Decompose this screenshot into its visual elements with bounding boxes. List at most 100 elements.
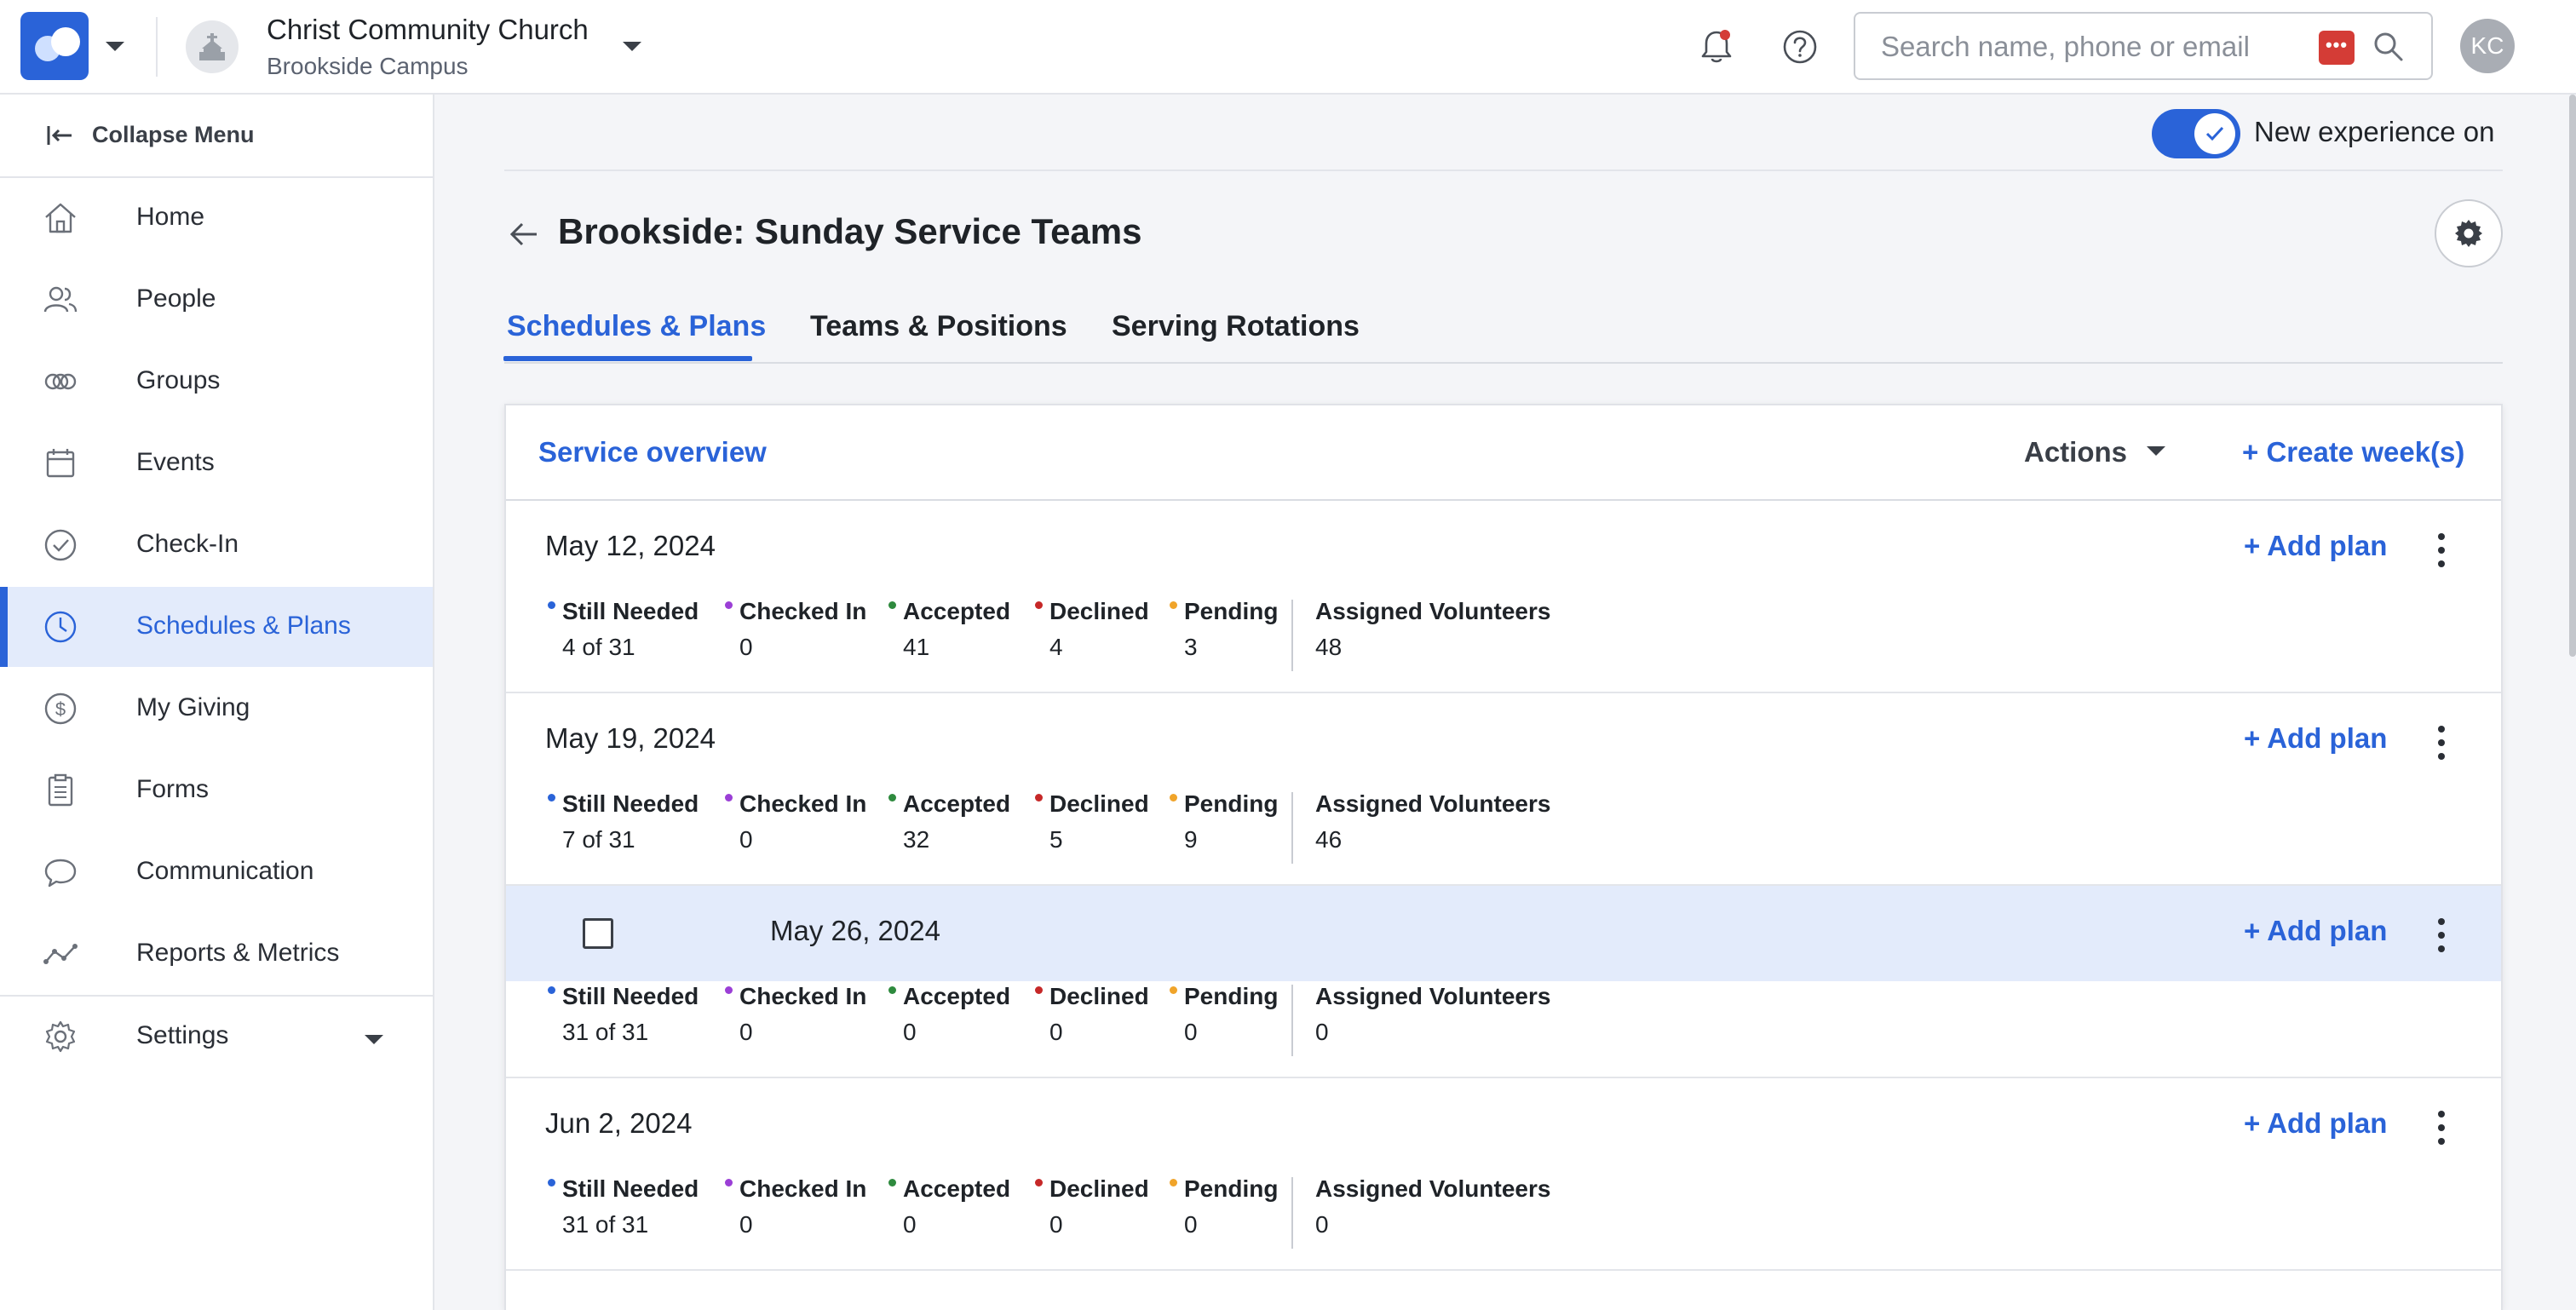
stat-label: Assigned Volunteers [1315,1175,1551,1202]
week-date[interactable]: Jun 2, 2024 [545,1107,692,1140]
week-row-header [506,501,2501,596]
actions-dropdown[interactable]: Actions [2024,436,2127,468]
add-plan-button[interactable]: + Add plan [2244,915,2387,947]
stat-value: 0 [903,1019,917,1045]
clipboard-icon [48,773,73,807]
settings-button[interactable] [2435,199,2503,267]
church-icon [199,33,225,60]
stat-value: 0 [739,826,753,853]
more-options-icon[interactable] [2435,533,2448,567]
sidebar-item-check-in[interactable]: Check-In [0,505,433,585]
tabs-divider [504,362,2503,364]
chat-icon [44,859,77,888]
status-dot [725,794,733,802]
stat-label: Pending [1184,598,1279,624]
stat-label: Accepted [903,598,1011,624]
new-experience-toggle[interactable] [2152,109,2240,158]
checkmark-icon [2205,126,2224,141]
search-icon[interactable] [2370,28,2407,66]
notification-bell-icon[interactable] [1695,26,1738,68]
settings-chevron-down-icon[interactable] [365,1035,383,1044]
sidebar-item-label: Schedules & Plans [136,612,351,640]
stat-value: 0 [739,1019,753,1045]
more-options-icon[interactable] [2435,726,2448,760]
card-reader-icon[interactable]: ••• [2319,31,2355,65]
stat-accepted: Accepted 0 [888,1175,1010,1238]
week-select-checkbox[interactable] [583,918,613,949]
add-plan-button[interactable]: + Add plan [2244,530,2387,562]
tab-teams-positions[interactable]: Teams & Positions [810,310,1067,343]
more-options-icon[interactable] [2435,1111,2448,1145]
week-date[interactable]: May 19, 2024 [545,722,716,755]
stat-label: Still Needed [562,598,699,624]
week-date[interactable]: May 26, 2024 [770,915,940,947]
stat-label: Assigned Volunteers [1315,983,1551,1009]
search-input[interactable] [1881,27,2307,66]
week-date[interactable]: May 12, 2024 [545,530,716,562]
add-plan-button[interactable]: + Add plan [2244,722,2387,755]
stat-still-needed: Still Needed 4 of 31 [548,598,699,661]
stat-checked-in: Checked In 0 [725,1175,867,1238]
sidebar-item-events[interactable]: Events [0,423,433,503]
stat-label: Checked In [739,1175,867,1202]
sidebar-item-schedules-plans[interactable]: Schedules & Plans [0,587,433,667]
campus-name[interactable]: Brookside Campus [267,53,469,80]
week-row[interactable]: May 26, 2024 + Add plan Still Needed 31 of … [506,886,2501,1078]
stat-value: 31 of 31 [562,1211,649,1238]
sidebar-item-groups[interactable]: Groups [0,342,433,422]
stat-value: 0 [1049,1019,1063,1045]
actions-chevron-down-icon[interactable] [2147,446,2165,456]
app-logo[interactable] [20,12,89,80]
church-avatar[interactable] [186,20,239,73]
stat-value: 9 [1184,826,1198,853]
stat-value: 32 [903,826,930,853]
sidebar-item-home[interactable]: Home [0,178,433,258]
week-row-header [506,693,2501,789]
church-name[interactable]: Christ Community Church [267,14,589,46]
stat-label: Checked In [739,598,867,624]
help-icon[interactable] [1779,26,1821,68]
week-row[interactable]: Jun 2, 2024 + Add plan Still Needed 31 of 3… [506,1078,2501,1271]
metrics-icon [43,944,78,964]
stat-value: 0 [1184,1019,1198,1045]
collapse-menu-label: Collapse Menu [92,122,255,147]
tab-serving-rotations[interactable]: Serving Rotations [1112,310,1360,343]
stat-label: Assigned Volunteers [1315,790,1551,817]
sidebar-item-communication[interactable]: Communication [0,832,433,912]
sidebar-item-people[interactable]: People [0,260,433,340]
more-options-icon[interactable] [2435,918,2448,952]
service-overview-link[interactable]: Service overview [538,436,767,468]
gear-icon [2455,220,2482,247]
back-arrow-icon[interactable] [506,216,542,252]
stat-label: Checked In [739,790,867,817]
church-switcher-chevron-down-icon[interactable] [623,42,641,51]
stat-pending: Pending 9 [1170,790,1279,853]
stat-label: Declined [1049,790,1149,817]
user-avatar[interactable]: KC [2460,19,2515,73]
stat-label: Still Needed [562,1175,699,1202]
scrollbar[interactable] [2569,95,2576,657]
sidebar-item-forms[interactable]: Forms [0,750,433,830]
status-dot [1170,1179,1177,1186]
stat-label: Pending [1184,790,1279,817]
stat-pending: Pending 3 [1170,598,1279,661]
clock-icon [44,611,77,643]
stat-pending: Pending 0 [1170,1175,1278,1238]
collapse-menu-button[interactable]: Collapse Menu [0,95,433,178]
status-dot [1035,1179,1043,1186]
sidebar-item-my-giving[interactable]: $ My Giving [0,669,433,749]
week-row[interactable]: May 19, 2024 + Add plan Still Needed 7 of 3… [506,693,2501,886]
week-row[interactable]: May 12, 2024 + Add plan Still Needed 4 of 3… [506,501,2501,693]
app-switcher-chevron-down-icon[interactable] [106,42,124,51]
add-plan-button[interactable]: + Add plan [2244,1107,2387,1140]
tab-schedules-plans[interactable]: Schedules & Plans [507,310,766,343]
stat-label: Accepted [903,790,1011,817]
status-dot [548,1179,555,1186]
active-tab-indicator [503,356,752,361]
create-weeks-button[interactable]: + Create week(s) [2242,436,2464,468]
status-dot [548,601,555,609]
sidebar-item-reports-metrics[interactable]: Reports & Metrics [0,914,433,994]
search-box[interactable]: ••• [1854,12,2433,80]
status-dot [725,986,733,994]
stat-declined: Declined 0 [1035,983,1149,1046]
